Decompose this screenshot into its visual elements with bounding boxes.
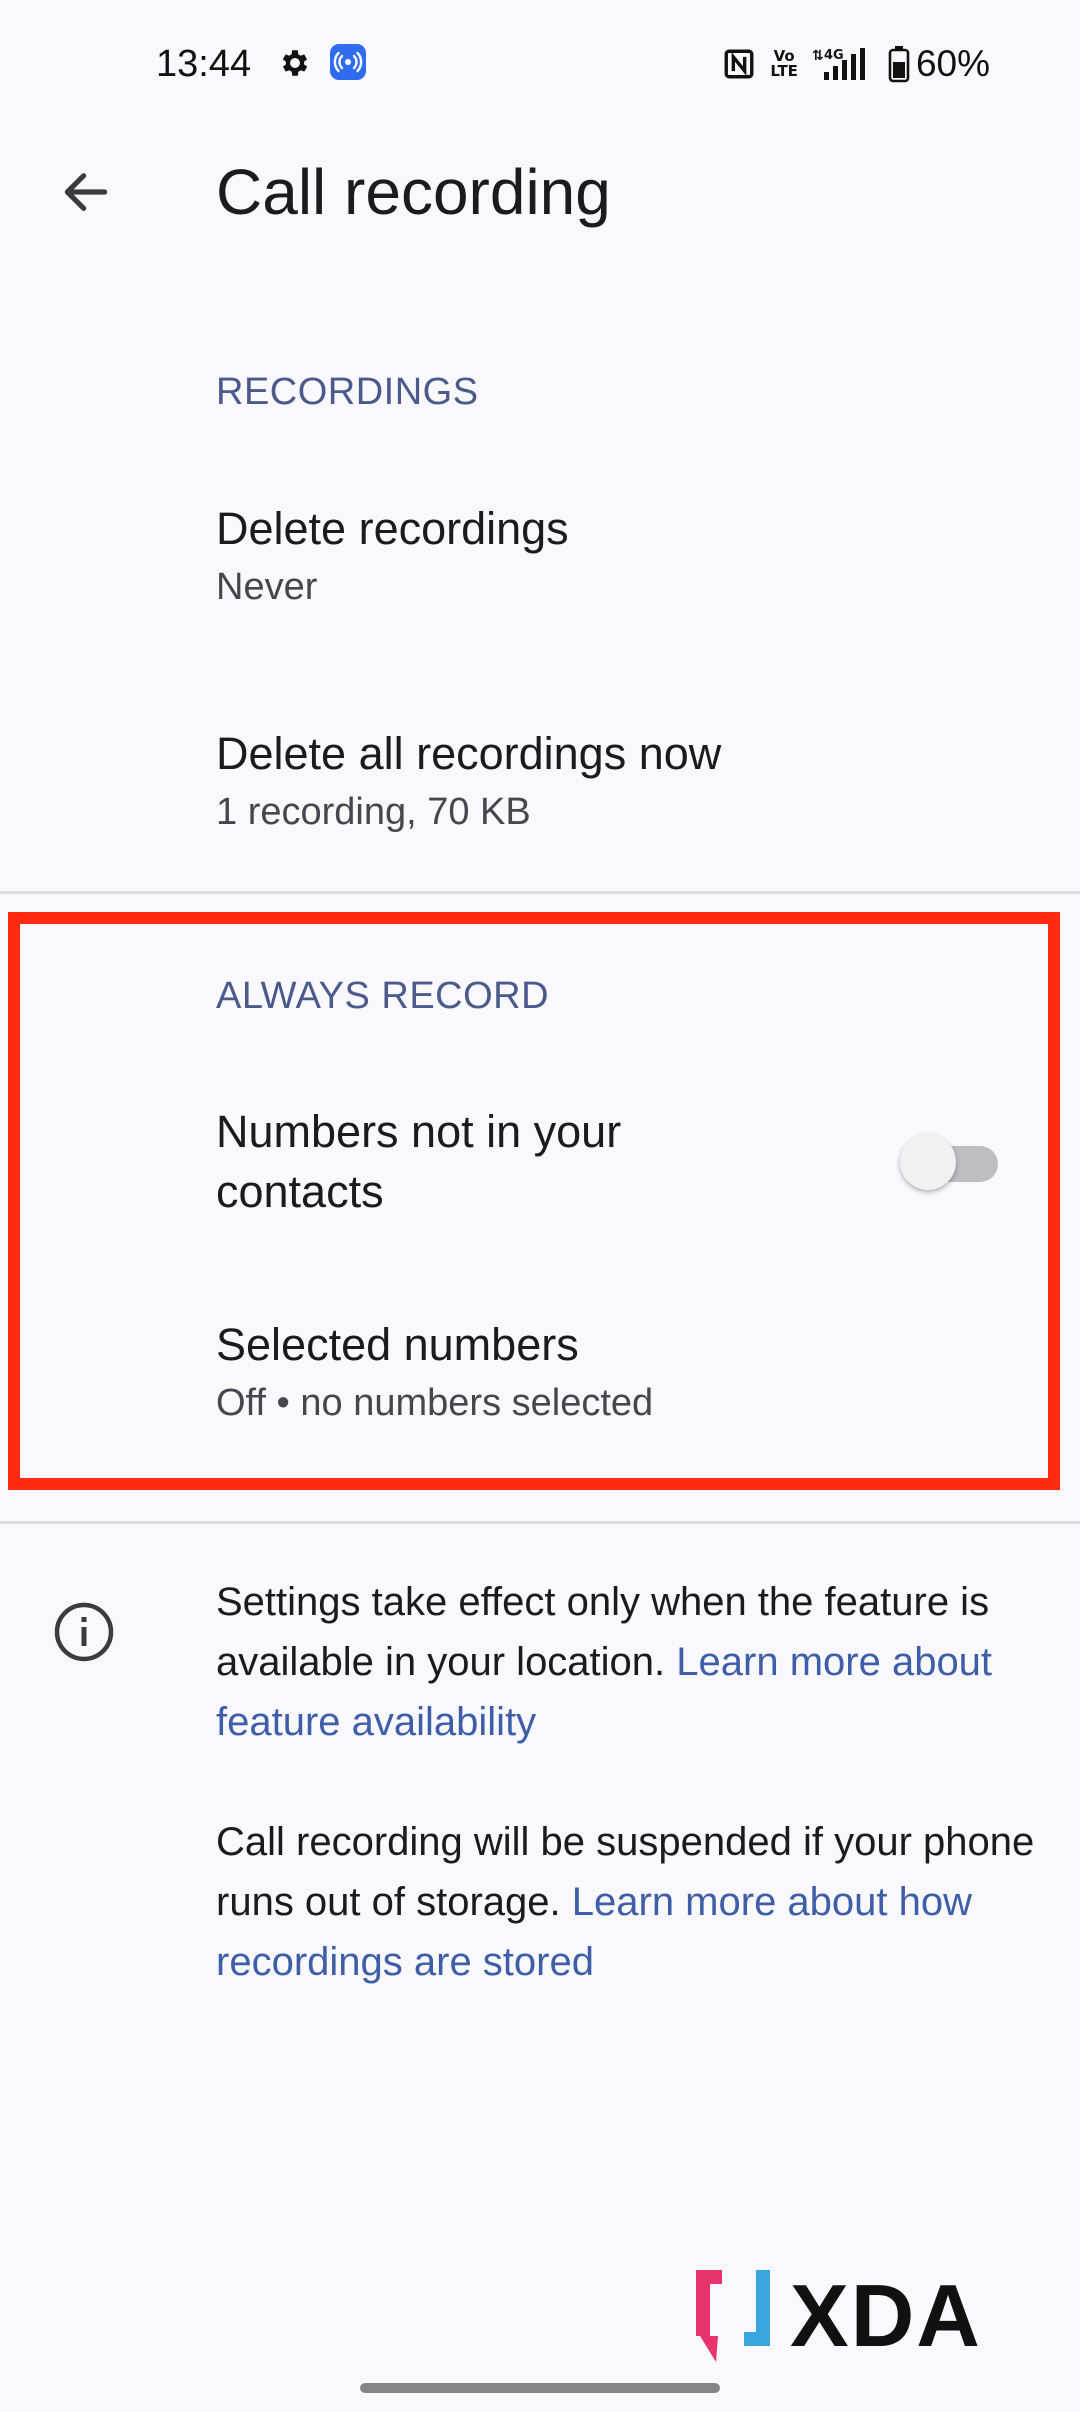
item-title: Delete all recordings now (216, 728, 722, 779)
item-subtitle: 1 recording, 70 KB (216, 791, 531, 833)
xda-logo: XDA (696, 2266, 982, 2365)
network-type-label: 4G (824, 48, 844, 63)
status-indicators: Vo LTE ⇅ 4G 60% (710, 42, 990, 86)
page-title: Call recording (216, 156, 611, 228)
volte-icon: Vo LTE (770, 47, 798, 80)
info-icon (54, 1602, 114, 1662)
battery-icon (888, 46, 910, 83)
svg-text:⇅: ⇅ (812, 48, 824, 64)
gesture-navigation-handle[interactable] (360, 2383, 720, 2393)
selected-numbers-setting[interactable]: Selected numbers Off • no numbers select… (0, 1290, 1080, 1470)
info-text-availability: Settings take effect only when the featu… (216, 1572, 1046, 1752)
item-title: Delete recordings (216, 503, 569, 554)
item-title-line2: contacts (216, 1166, 384, 1217)
xda-logo-text: XDA (790, 2266, 982, 2365)
battery-percent: 60% (915, 43, 990, 84)
item-title-line1: Numbers not in your (216, 1106, 622, 1157)
divider (0, 891, 1080, 894)
divider (0, 1521, 1080, 1524)
gear-icon (282, 50, 308, 76)
item-subtitle: Off • no numbers selected (216, 1382, 654, 1424)
info-text-storage: Call recording will be suspended if your… (216, 1812, 1046, 1992)
status-time: 13:44 (156, 43, 252, 85)
arrow-left-icon (64, 173, 108, 211)
nfc-icon (724, 49, 754, 79)
section-header-always-record: ALWAYS RECORD (216, 975, 550, 1017)
item-title: Selected numbers (216, 1319, 579, 1370)
back-button[interactable] (46, 152, 126, 232)
status-bar: 13:44 Vo LTE ⇅ 4G 60% (0, 0, 1080, 130)
hotspot-icon (330, 44, 366, 80)
numbers-not-in-contacts-toggle[interactable] (900, 1132, 1000, 1190)
signal-icon: ⇅ 4G (812, 48, 865, 80)
delete-all-recordings-setting[interactable]: Delete all recordings now 1 recording, 7… (0, 695, 1080, 875)
toggle-thumb (900, 1134, 956, 1190)
section-header-recordings: RECORDINGS (216, 371, 479, 413)
item-subtitle: Never (216, 566, 318, 608)
delete-recordings-setting[interactable]: Delete recordings Never (0, 470, 1080, 650)
